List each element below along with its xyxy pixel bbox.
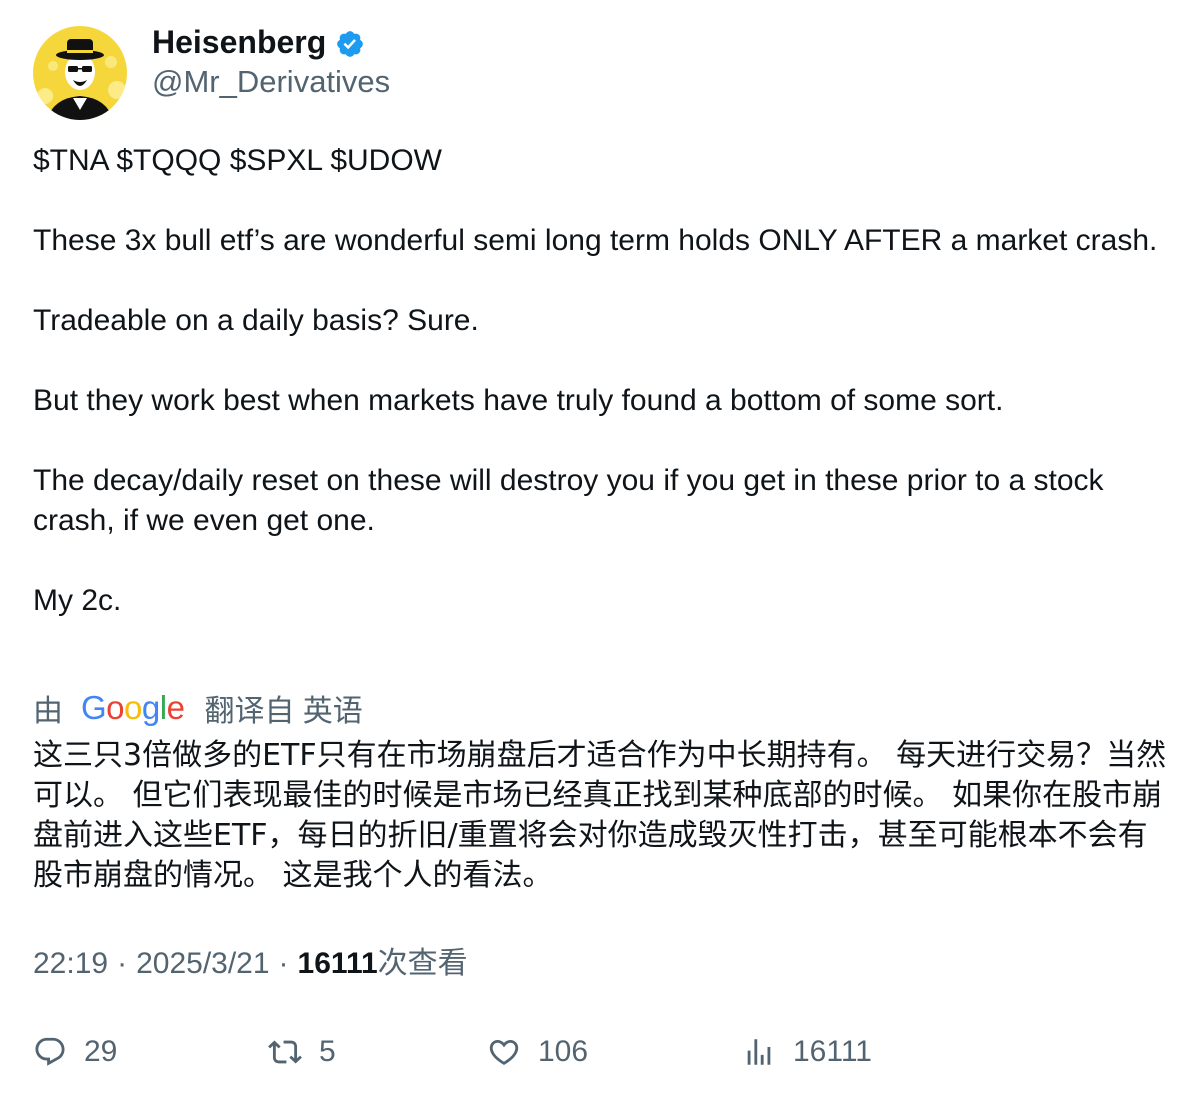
views-label: 次查看 [377, 947, 468, 980]
like-button[interactable]: 106 [487, 1030, 588, 1074]
like-icon [489, 1039, 519, 1065]
views-action-count: 16111 [793, 1035, 872, 1068]
google-logo-letter: g [141, 689, 160, 726]
translated-text: 这三只3倍做多的ETF只有在市场崩盘后才适合作为中长期持有。 每天进行交易？当然… [33, 738, 1167, 893]
tweet-time[interactable]: 22:19 [33, 944, 108, 984]
tweet-paragraph: The decay/daily reset on these will dest… [33, 464, 1104, 537]
tweet-date[interactable]: 2025/3/21 [136, 944, 269, 984]
avatar-image [33, 26, 127, 120]
avatar[interactable] [33, 26, 127, 120]
google-logo-letter: G [81, 689, 107, 726]
views-button[interactable]: 16111 [742, 1030, 872, 1074]
tweet-paragraph: But they work best when markets have tru… [33, 384, 1004, 417]
verified-badge-icon[interactable] [335, 29, 365, 59]
tweet-paragraph: These 3x bull etf’s are wonderful semi l… [33, 224, 1158, 257]
reply-count: 29 [84, 1035, 118, 1068]
google-logo[interactable]: Google [81, 689, 185, 727]
google-logo-letter: o [124, 689, 142, 726]
reply-button[interactable]: 29 [33, 1030, 117, 1074]
author-display-name[interactable]: Heisenberg [152, 22, 326, 62]
meta-separator: · [117, 947, 128, 980]
reply-icon [35, 1037, 65, 1066]
views-count: 16111 [297, 947, 378, 980]
tweet-text: $TNA $TQQQ $SPXL $UDOW These 3x bull etf… [33, 141, 1168, 621]
tweet-meta: 22:19 · 2025/3/21 · 16111 次查看 [33, 944, 468, 984]
tweet-paragraph: $TNA $TQQQ $SPXL $UDOW [33, 144, 442, 177]
google-logo-letter: e [166, 689, 185, 726]
tweet-paragraph: My 2c. [33, 584, 122, 617]
meta-separator: · [278, 947, 289, 980]
translated-by-label: 由 [33, 695, 63, 728]
google-logo-letter: o [106, 689, 125, 726]
retweet-button[interactable]: 5 [268, 1030, 336, 1074]
translated-from-label[interactable]: 翻译自 英语 [204, 686, 362, 730]
google-logo-letter: l [159, 689, 167, 726]
retweet-count: 5 [319, 1035, 336, 1068]
author-name-row: Heisenberg [152, 22, 365, 62]
action-bar: 29 5 106 16111 [33, 1030, 1163, 1074]
like-count: 106 [538, 1035, 589, 1068]
translation-attribution: 由 Google 翻译自 英语 [33, 686, 363, 730]
author-handle[interactable]: @Mr_Derivatives [152, 62, 390, 102]
retweet-icon [268, 1040, 302, 1064]
tweet-paragraph: Tradeable on a daily basis? Sure. [33, 304, 479, 337]
views-icon [747, 1039, 771, 1065]
